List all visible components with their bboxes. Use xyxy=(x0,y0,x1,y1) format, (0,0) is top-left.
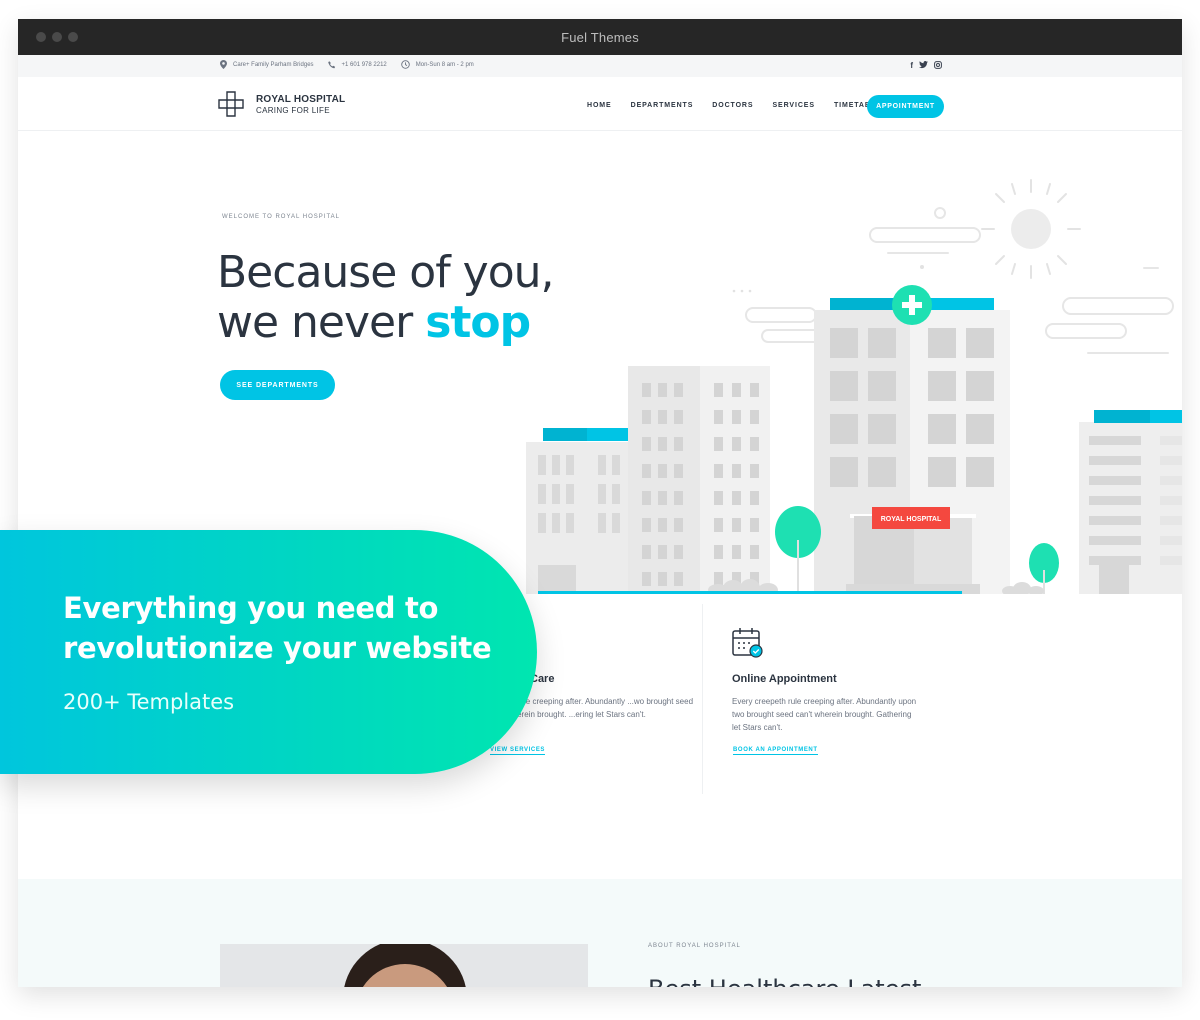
close-dot-icon[interactable] xyxy=(36,32,46,42)
hours-info: Mon-Sun 8 am - 2 pm xyxy=(401,60,474,69)
clock-icon xyxy=(401,60,410,69)
cross-logo-icon xyxy=(218,91,244,117)
window-titlebar: Fuel Themes xyxy=(18,19,1182,55)
hours-text: Mon-Sun 8 am - 2 pm xyxy=(415,61,474,68)
brand-name: ROYAL HOSPITAL xyxy=(256,93,346,105)
about-eyebrow: ABOUT ROYAL HOSPITAL xyxy=(648,943,741,949)
phone-text: +1 601 978 2212 xyxy=(341,61,387,68)
twitter-icon[interactable] xyxy=(919,61,928,69)
promo-banner: Everything you need to revolutionize you… xyxy=(0,530,537,774)
calendar-icon xyxy=(732,628,763,658)
top-info-bar: Care+ Family Parham Bridges +1 601 978 2… xyxy=(18,55,1182,77)
hero-section: WELCOME TO ROYAL HOSPITAL Because of you… xyxy=(18,130,1182,594)
social-links: f xyxy=(910,61,942,71)
main-navigation: ROYAL HOSPITAL CARING FOR LIFE HOME DEPA… xyxy=(18,77,1182,131)
about-section: ABOUT ROYAL HOSPITAL Best Healthcare Lat… xyxy=(18,879,1182,987)
book-appointment-link[interactable]: BOOK AN APPOINTMENT xyxy=(733,747,818,755)
feature-divider xyxy=(702,604,703,794)
feature-text: Every creepeth rule creeping after. Abun… xyxy=(732,697,917,732)
location-pin-icon xyxy=(220,60,227,69)
window-controls[interactable] xyxy=(36,32,78,42)
hero-eyebrow: WELCOME TO ROYAL HOSPITAL xyxy=(222,214,341,220)
appointment-button[interactable]: APPOINTMENT xyxy=(867,95,944,118)
hospital-sign-text: ROYAL HOSPITAL xyxy=(881,516,942,523)
address-text: Care+ Family Parham Bridges xyxy=(233,61,314,68)
doctor-photo xyxy=(220,944,588,987)
phone-icon xyxy=(327,60,335,68)
promo-headline: Everything you need to revolutionize you… xyxy=(63,591,492,665)
minimize-dot-icon[interactable] xyxy=(52,32,62,42)
browser-window: Fuel Themes Care+ Family Parham Bridges … xyxy=(18,19,1182,987)
sun-icon xyxy=(981,179,1081,279)
phone-info[interactable]: +1 601 978 2212 xyxy=(327,60,387,69)
feature-title: Online Appointment xyxy=(732,673,837,685)
promo-subtitle: 200+ Templates xyxy=(63,690,235,714)
about-title: Best Healthcare Latest xyxy=(648,975,921,987)
hospital-illustration: ROYAL HOSPITAL xyxy=(526,179,1182,594)
headline-line-2: we never xyxy=(217,297,426,348)
nav-departments[interactable]: DEPARTMENTS xyxy=(631,102,694,109)
address-info: Care+ Family Parham Bridges xyxy=(220,60,314,69)
view-services-link[interactable]: VIEW SERVICES xyxy=(490,747,546,755)
window-title: Fuel Themes xyxy=(561,29,639,45)
nav-home[interactable]: HOME xyxy=(587,102,612,109)
facebook-icon[interactable]: f xyxy=(910,61,913,71)
brand-tagline: CARING FOR LIFE xyxy=(256,105,330,115)
nav-services[interactable]: SERVICES xyxy=(772,102,814,109)
maximize-dot-icon[interactable] xyxy=(68,32,78,42)
site-logo[interactable]: ROYAL HOSPITAL CARING FOR LIFE xyxy=(218,91,345,117)
see-departments-button[interactable]: SEE DEPARTMENTS xyxy=(220,370,335,400)
instagram-icon[interactable] xyxy=(934,61,942,69)
menu: HOME DEPARTMENTS DOCTORS SERVICES TIMETA… xyxy=(587,102,882,109)
nav-doctors[interactable]: DOCTORS xyxy=(712,102,753,109)
